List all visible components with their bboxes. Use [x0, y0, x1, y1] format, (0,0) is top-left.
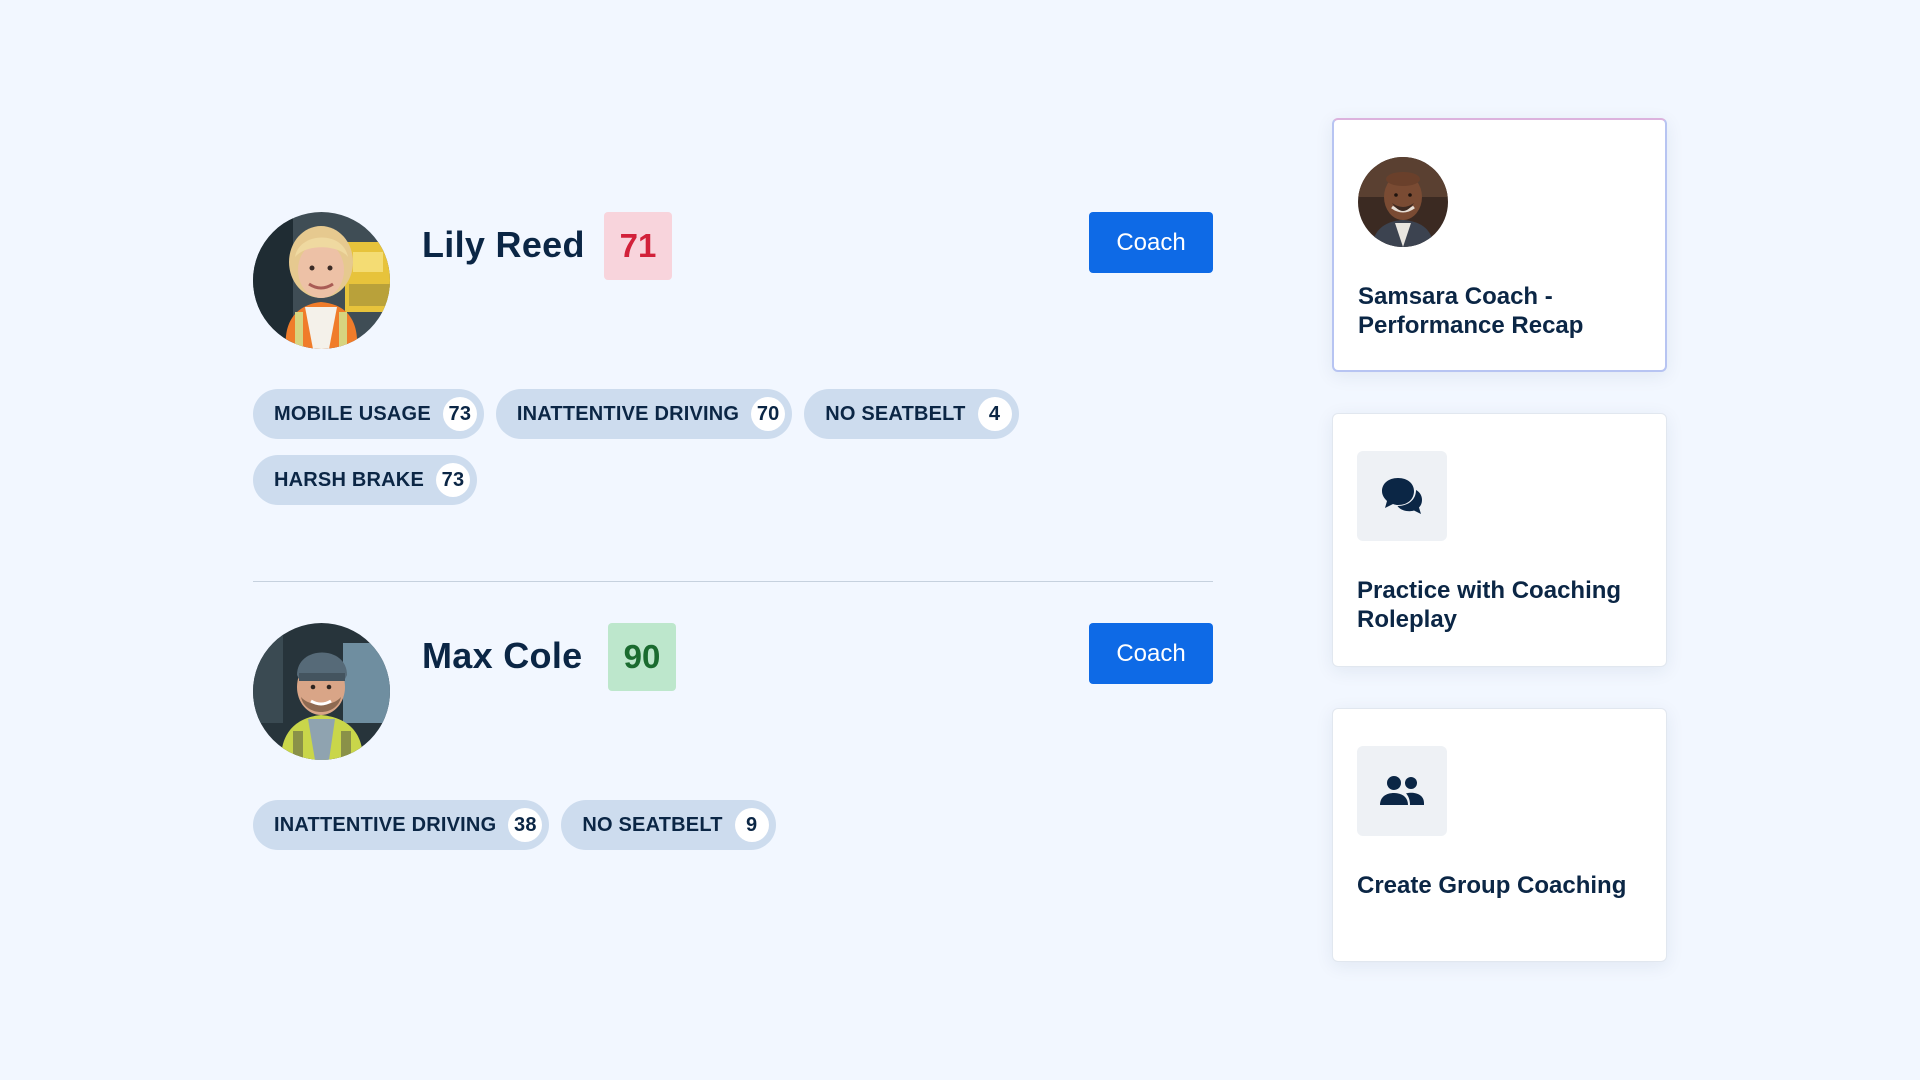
tag-no-seatbelt[interactable]: NO SEATBELT 9 — [561, 800, 776, 850]
tag-label: NO SEATBELT — [582, 813, 723, 836]
safety-score-badge: 90 — [608, 623, 676, 691]
card-performance-recap[interactable]: Samsara Coach - Performance Recap — [1332, 118, 1667, 372]
tag-inattentive-driving[interactable]: INATTENTIVE DRIVING 38 — [253, 800, 550, 850]
card-group-coaching[interactable]: Create Group Coaching — [1332, 708, 1667, 962]
group-people-icon — [1357, 746, 1447, 836]
driver-name: Lily Reed — [422, 224, 585, 265]
tag-count: 70 — [751, 397, 786, 431]
tag-count: 38 — [508, 808, 543, 842]
driver-header: Max Cole 90 Coach — [253, 623, 1213, 760]
card-coaching-roleplay[interactable]: Practice with Coaching Roleplay — [1332, 413, 1667, 667]
section-divider — [253, 581, 1213, 582]
tag-harsh-brake[interactable]: HARSH BRAKE 73 — [253, 455, 477, 505]
tag-count: 9 — [734, 808, 769, 842]
tag-label: HARSH BRAKE — [274, 468, 424, 491]
driver-header: Lily Reed 71 Coach — [253, 212, 1213, 349]
tag-label: INATTENTIVE DRIVING — [274, 813, 497, 836]
card-title: Create Group Coaching — [1357, 872, 1627, 899]
tag-label: NO SEATBELT — [825, 402, 966, 425]
tag-count: 73 — [435, 463, 470, 497]
chat-bubbles-icon — [1357, 451, 1447, 541]
tag-inattentive-driving[interactable]: INATTENTIVE DRIVING 70 — [495, 389, 793, 439]
behavior-tags: MOBILE USAGE 73 INATTENTIVE DRIVING 70 N… — [253, 389, 1053, 505]
behavior-tags: INATTENTIVE DRIVING 38 NO SEATBELT 9 — [253, 800, 1053, 850]
tag-label: INATTENTIVE DRIVING — [516, 402, 740, 425]
coach-button[interactable]: Coach — [1089, 212, 1213, 273]
tag-count: 4 — [977, 397, 1012, 431]
tag-count: 73 — [442, 397, 477, 431]
tag-no-seatbelt[interactable]: NO SEATBELT 4 — [804, 389, 1019, 439]
driver-row-lily-reed: Lily Reed 71 Coach MOBILE USAGE 73 INATT… — [253, 212, 1213, 505]
tag-label: MOBILE USAGE — [274, 402, 431, 425]
coach-avatar — [1358, 157, 1448, 247]
card-title: Samsara Coach - Performance Recap — [1358, 283, 1584, 339]
card-title: Practice with Coaching Roleplay — [1357, 577, 1622, 633]
driver-avatar — [253, 623, 390, 760]
safety-score-badge: 71 — [604, 212, 672, 280]
driver-row-max-cole: Max Cole 90 Coach INATTENTIVE DRIVING 38… — [253, 623, 1213, 850]
driver-name: Max Cole — [422, 635, 583, 676]
tag-mobile-usage[interactable]: MOBILE USAGE 73 — [253, 389, 484, 439]
coach-button[interactable]: Coach — [1089, 623, 1213, 684]
driver-avatar — [253, 212, 390, 349]
